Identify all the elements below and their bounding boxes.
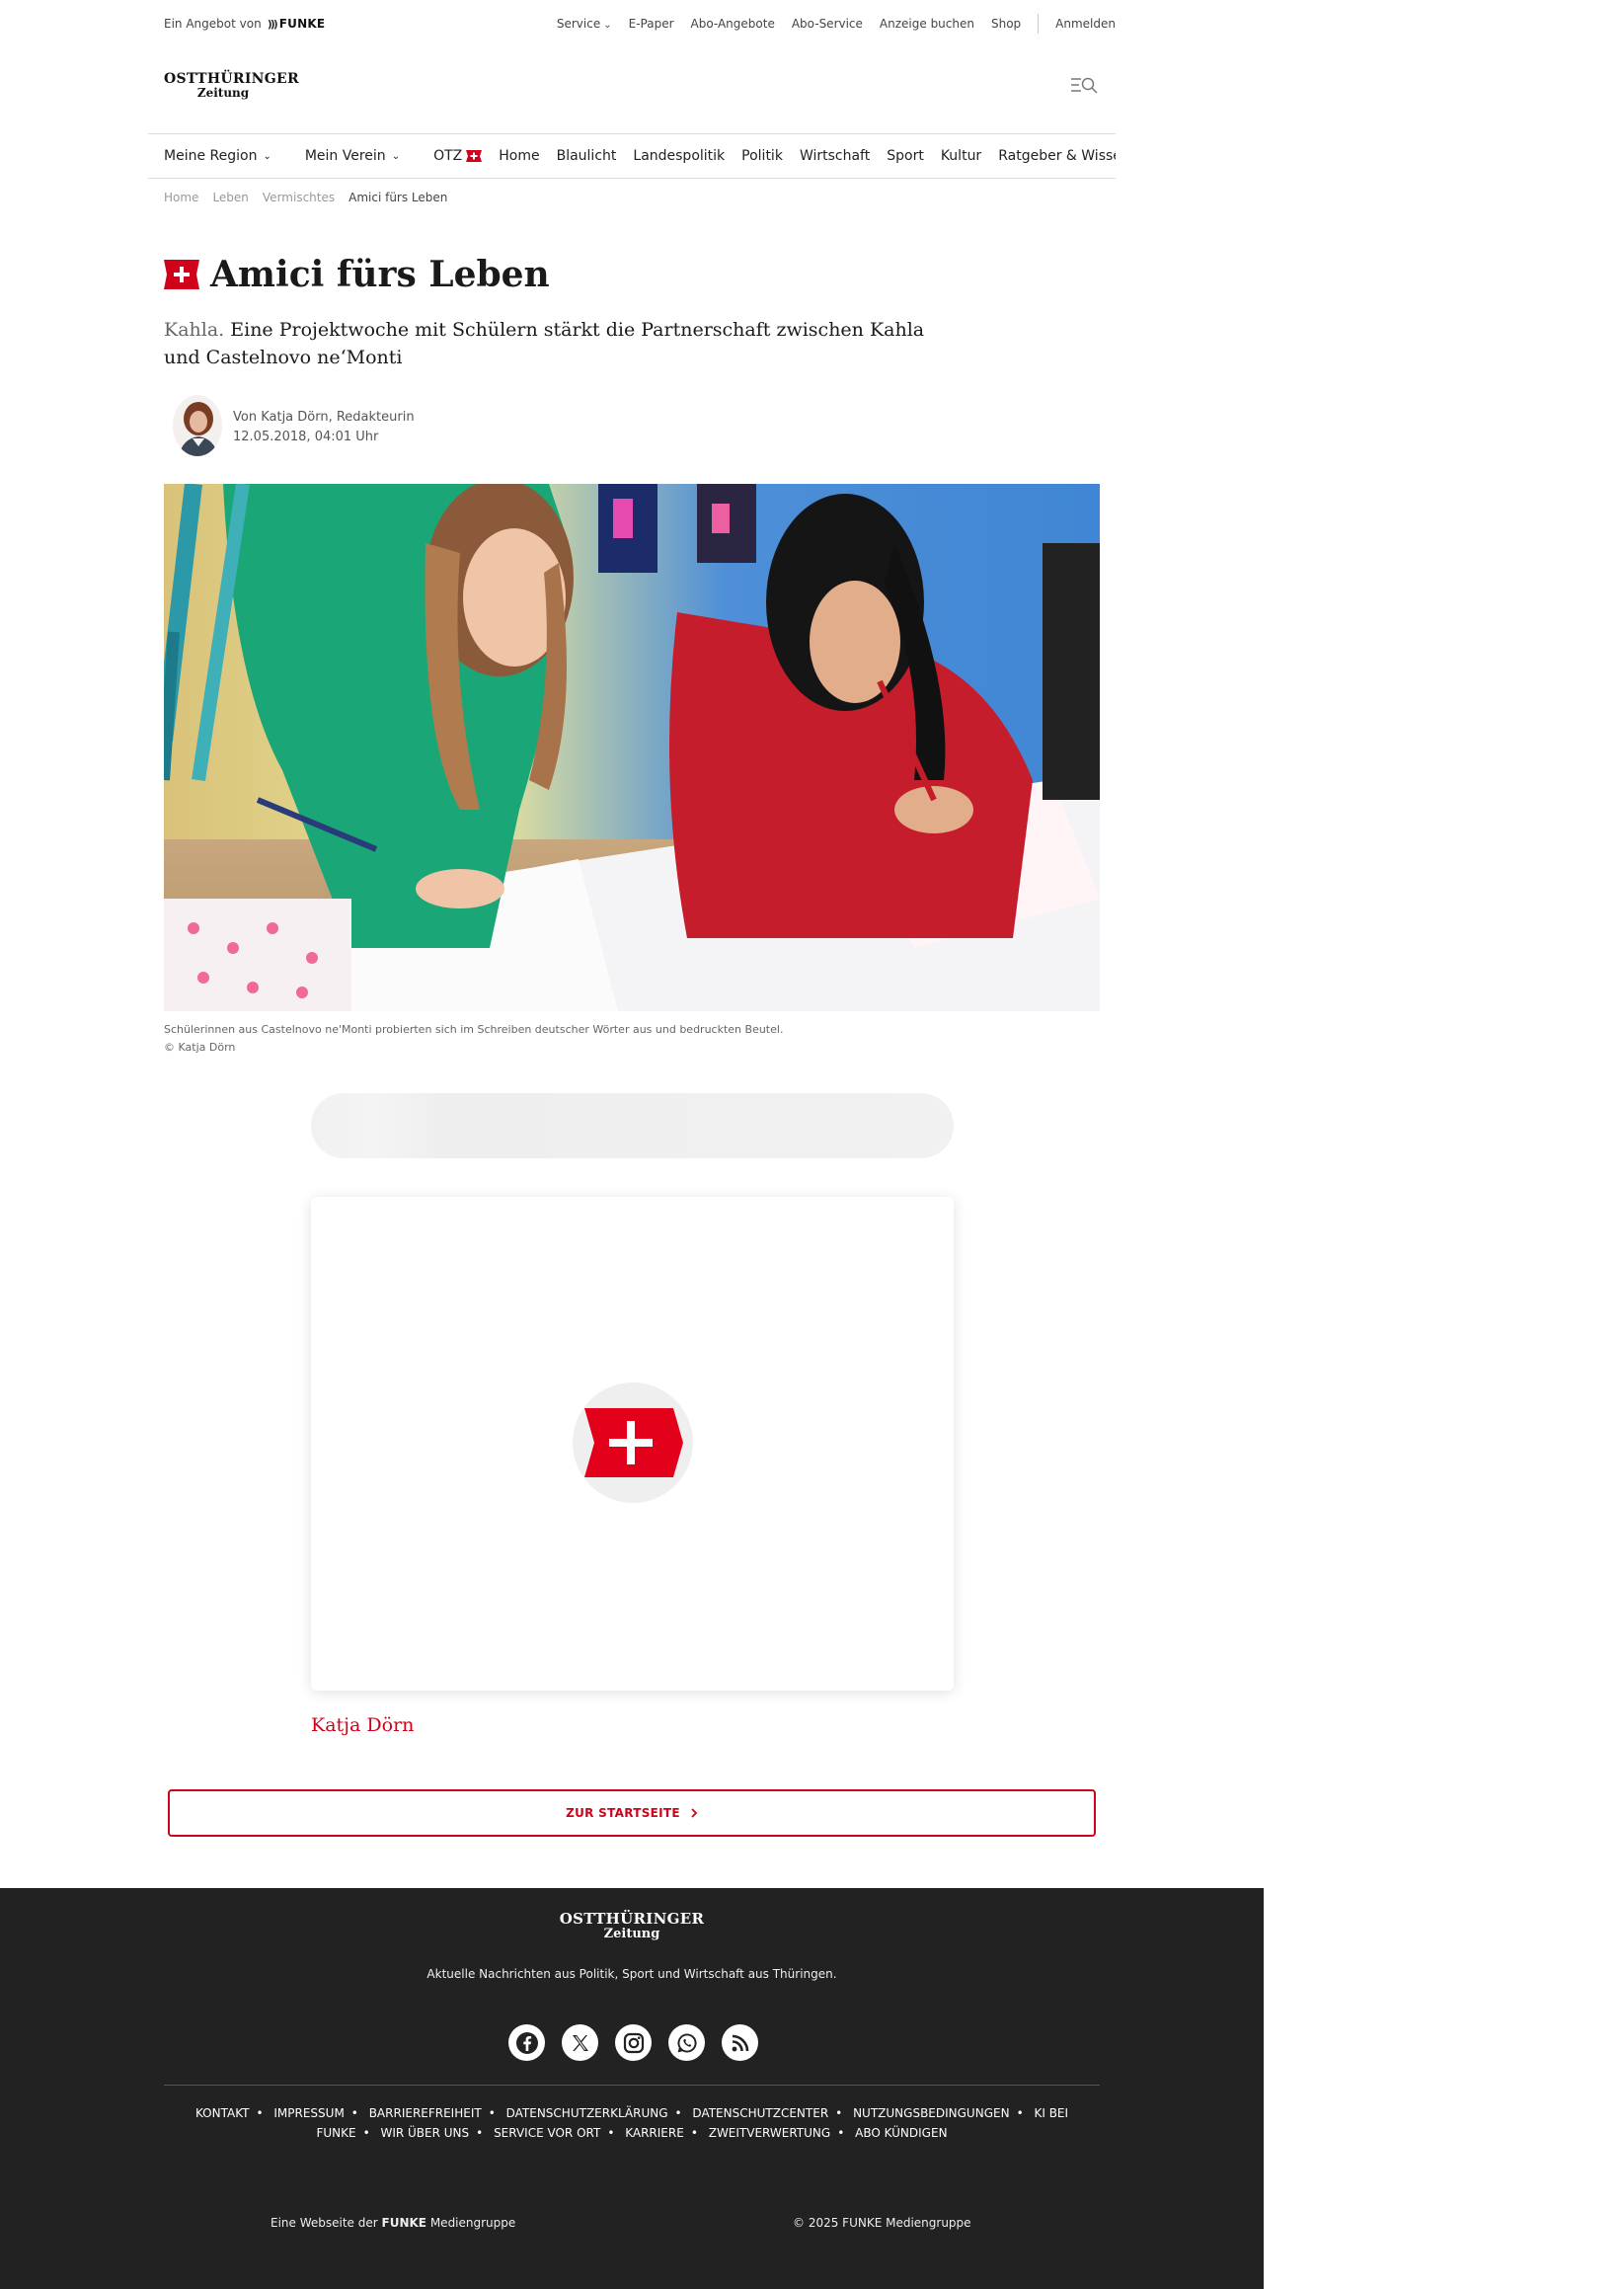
footer-link-datenschutzerklaerung[interactable]: Datenschutzerklärung — [506, 2106, 668, 2120]
author-name[interactable]: Von Katja Dörn, Redakteurin — [233, 408, 415, 428]
funke-offer[interactable]: Ein Angebot von ))) FUNKE — [164, 17, 325, 31]
nav-ratgeber-wissen[interactable]: Ratgeber & Wissen — [998, 148, 1116, 164]
shop-link[interactable]: Shop — [991, 17, 1021, 31]
publish-date: 12.05.2018, 04:01 Uhr — [233, 430, 379, 444]
offer-label: Ein Angebot von — [164, 17, 262, 31]
image-caption: Schülerinnen aus Castelnovo ne'Monti pro… — [164, 1021, 783, 1057]
nav-politik[interactable]: Politik — [741, 148, 783, 164]
chevron-right-icon — [691, 1808, 698, 1818]
footer-link-kontakt[interactable]: Kontakt — [195, 2106, 250, 2120]
article-teaser: Kahla. Eine Projektwoche mit Schülern st… — [164, 316, 944, 371]
x-icon[interactable] — [562, 2024, 598, 2061]
hero-image[interactable] — [164, 484, 1100, 1011]
anzeige-buchen-link[interactable]: Anzeige buchen — [880, 17, 974, 31]
nav-home[interactable]: Home — [499, 148, 539, 164]
plus-badge-icon — [164, 260, 199, 289]
article-headline: Amici fürs Leben — [164, 255, 550, 294]
login-link[interactable]: Anmelden — [1055, 17, 1116, 31]
chevron-down-icon: ⌄ — [391, 150, 401, 162]
footer-link-abo-kuendigen[interactable]: Abo kündigen — [855, 2126, 947, 2140]
facebook-icon[interactable] — [508, 2024, 545, 2061]
card-author-name[interactable]: Katja Dörn — [311, 1714, 414, 1736]
nav-kultur[interactable]: Kultur — [941, 148, 981, 164]
nav-blaulicht[interactable]: Blaulicht — [557, 148, 617, 164]
footer-logo[interactable]: OSTTHÜRINGER Zeitung — [557, 1912, 707, 1942]
service-menu[interactable]: Service ⌄ — [557, 17, 612, 31]
instagram-icon[interactable] — [615, 2024, 652, 2061]
plus-badge-icon — [584, 1408, 683, 1477]
footer-link-datenschutzcenter[interactable]: Datenschutzcenter — [692, 2106, 828, 2120]
teaser-text: Eine Projektwoche mit Schülern stärkt di… — [164, 319, 925, 368]
chevron-down-icon: ⌄ — [603, 20, 612, 31]
breadcrumb-vermischtes[interactable]: Vermischtes — [263, 191, 335, 204]
nav-mein-verein[interactable]: Mein Verein ⌄ — [305, 148, 400, 164]
funke-logo: ))) FUNKE — [267, 17, 326, 31]
page-title: Amici fürs Leben — [210, 254, 550, 295]
footer-links: Kontakt • Impressum • Barrierefreiheit • Da… — [194, 2106, 1069, 2140]
nav-meine-region[interactable]: Meine Region ⌄ — [164, 148, 271, 164]
nav-landespolitik[interactable]: Landespolitik — [633, 148, 725, 164]
footer-link-service-vor-ort[interactable]: Service vor Ort — [494, 2126, 600, 2140]
footer-link-wir-ueber-uns[interactable]: Wir über uns — [380, 2126, 469, 2140]
chevron-down-icon: ⌄ — [263, 150, 271, 162]
rss-icon[interactable] — [722, 2024, 758, 2061]
abo-angebote-link[interactable]: Abo-Angebote — [691, 17, 775, 31]
site-footer: OSTTHÜRINGER Zeitung Aktuelle Nachrichte… — [0, 1888, 1264, 2289]
teaser-location: Kahla. — [164, 319, 225, 341]
whatsapp-icon[interactable] — [668, 2024, 705, 2061]
author-card — [311, 1197, 954, 1691]
site-logo[interactable]: OSTTHÜRINGER Zeitung — [164, 72, 299, 100]
home-button-label: ZUR STARTSEITE — [566, 1806, 680, 1820]
footer-link-barrierefreiheit[interactable]: Barrierefreiheit — [369, 2106, 482, 2120]
caption-copyright: © Katja Dörn — [164, 1041, 236, 1054]
social-links — [508, 2024, 758, 2061]
breadcrumb: Home Leben Vermischtes Amici fürs Leben — [164, 191, 447, 204]
plus-badge — [573, 1382, 693, 1503]
loading-placeholder — [311, 1093, 954, 1158]
footer-website-note: Eine Webseite der FUNKE Mediengruppe — [271, 2216, 516, 2230]
footer-claim: Aktuelle Nachrichten aus Politik, Sport … — [426, 1967, 837, 1981]
menu-search-icon[interactable] — [1069, 75, 1099, 97]
nav-otz-plus[interactable]: OTZ — [433, 148, 483, 164]
breadcrumb-current: Amici fürs Leben — [348, 191, 448, 204]
main-nav: Meine Region ⌄ Mein Verein ⌄ OTZ Home Blau… — [148, 133, 1116, 179]
footer-copyright: © 2025 FUNKE Mediengruppe — [793, 2216, 971, 2230]
nav-sport[interactable]: Sport — [887, 148, 924, 164]
service-nav: Service ⌄ E-Paper Abo-Angebote Abo-Servic… — [557, 14, 1116, 34]
footer-link-impressum[interactable]: Impressum — [273, 2106, 344, 2120]
author-avatar[interactable] — [173, 395, 222, 456]
author-info: Von Katja Dörn, Redakteurin 12.05.2018, … — [233, 408, 415, 447]
footer-divider — [164, 2085, 1100, 2086]
breadcrumb-leben[interactable]: Leben — [212, 191, 248, 204]
epaper-link[interactable]: E-Paper — [629, 17, 674, 31]
abo-service-link[interactable]: Abo-Service — [792, 17, 863, 31]
plus-badge-icon — [466, 150, 483, 162]
breadcrumb-home[interactable]: Home — [164, 191, 198, 204]
footer-link-zweitverwertung[interactable]: Zweitverwertung — [709, 2126, 830, 2140]
footer-link-nutzungsbedingungen[interactable]: Nutzungsbedingungen — [853, 2106, 1009, 2120]
nav-wirtschaft[interactable]: Wirtschaft — [800, 148, 870, 164]
caption-text: Schülerinnen aus Castelnovo ne'Monti pro… — [164, 1023, 784, 1036]
divider — [1038, 14, 1040, 34]
top-bar: Ein Angebot von ))) FUNKE Service ⌄ E-Pape… — [164, 0, 1116, 47]
footer-link-karriere[interactable]: Karriere — [625, 2126, 684, 2140]
home-button[interactable]: ZUR STARTSEITE — [168, 1789, 1096, 1837]
